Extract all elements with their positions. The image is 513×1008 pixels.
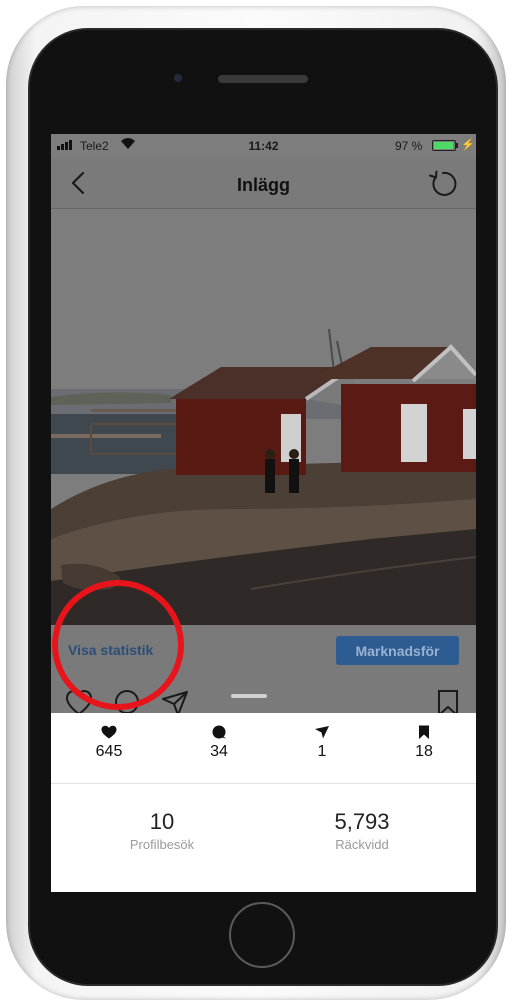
comments-count: 34: [210, 743, 228, 760]
navigation-bar: Inlägg: [51, 158, 476, 209]
comments-stat: 34: [184, 725, 254, 761]
post-photo: [51, 209, 476, 625]
page-title: Inlägg: [237, 175, 290, 195]
shares-stat: 1: [287, 725, 357, 761]
profile-visits-stat: 10 Profilbesök: [72, 809, 252, 852]
battery-icon: [432, 140, 456, 151]
likes-stat: 645: [74, 725, 144, 761]
saves-stat: 18: [389, 725, 459, 761]
comments-bubble-icon: [212, 725, 226, 739]
status-bar: Tele2 11:42 97 % ⚡: [51, 134, 476, 158]
shares-plane-icon: [315, 726, 329, 739]
highlight-circle: [52, 580, 184, 710]
front-camera: [174, 74, 182, 82]
reach-stat: 5,793 Räckvidd: [272, 809, 452, 852]
profile-visits-label: Profilbesök: [129, 837, 195, 852]
reach-summary: 10 Profilbesök 5,793 Räckvidd: [51, 784, 476, 892]
phone-screen: Tele2 11:42 97 % ⚡ Inlägg Visa statistik…: [51, 134, 476, 892]
reach-value: 5,793: [334, 809, 390, 834]
battery-percent: 97 %: [395, 139, 423, 153]
home-button[interactable]: [229, 902, 295, 968]
earpiece-speaker: [218, 75, 308, 83]
charging-bolt-icon: ⚡: [461, 139, 475, 151]
saves-count: 18: [415, 743, 433, 760]
promote-button[interactable]: Marknadsför: [336, 636, 459, 665]
battery-tip: [456, 143, 458, 148]
reach-label: Räckvidd: [335, 837, 389, 852]
save-bookmark-icon[interactable]: [437, 689, 459, 713]
likes-heart-icon: [101, 725, 117, 739]
engagement-stats: 645 34 1 18: [51, 713, 476, 784]
sheet-drag-handle[interactable]: [231, 694, 267, 698]
saves-bookmark-icon: [419, 725, 429, 739]
profile-visits-value: 10: [149, 809, 175, 834]
share-paper-plane-icon[interactable]: [161, 689, 189, 713]
shares-count: 1: [317, 743, 327, 760]
refresh-icon[interactable]: [427, 168, 459, 200]
likes-count: 645: [95, 743, 123, 760]
